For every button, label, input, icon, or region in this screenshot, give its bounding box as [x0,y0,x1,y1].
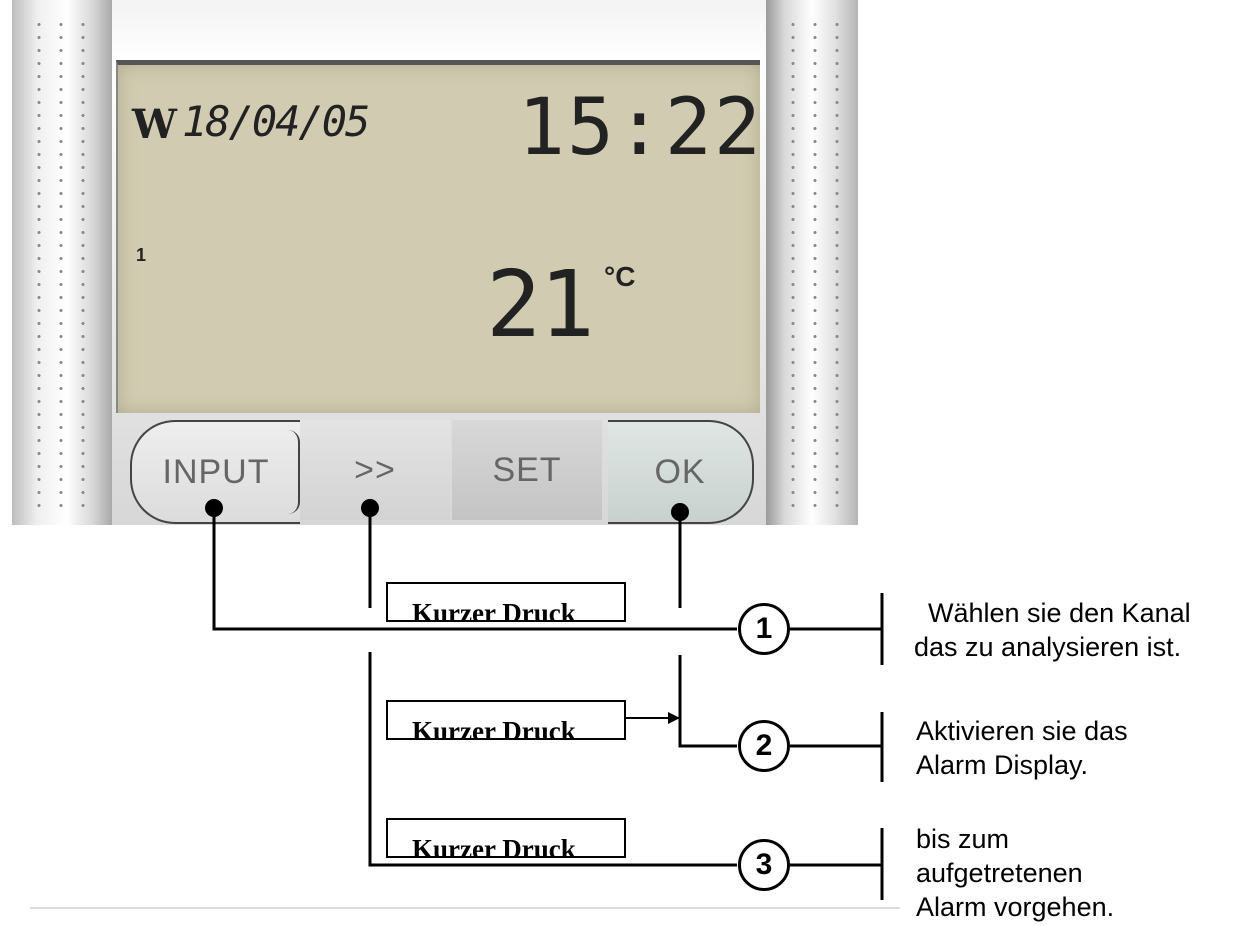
step-1-line-2: das zu analysieren ist. [914,632,1182,662]
step-2-line-1: Aktivieren sie das [916,716,1128,746]
step-2-description: Aktivieren sie das Alarm Display. [916,714,1128,782]
step-2-line-2: Alarm Display. [916,750,1089,780]
short-press-label-1: Kurzer Druck [386,582,626,622]
step-1-marker: 1 [738,603,790,655]
short-press-label-2: Kurzer Druck [386,700,626,740]
short-press-label-3: Kurzer Druck [386,818,626,858]
step-3-line-1: bis zum [916,824,1010,854]
step-3-description: bis zum aufgetretenen Alarm vorgehen. [916,822,1114,924]
step-1-description: Wählen sie den Kanal das zu analysieren … [914,596,1191,664]
step-3-line-2: aufgetretenen [916,858,1083,888]
step-3-line-3: Alarm vorgehen. [916,892,1115,922]
step-3-marker: 3 [738,839,790,891]
step-2-marker: 2 [738,720,790,772]
step-1-line-1: Wählen sie den Kanal [928,598,1191,628]
callout-lines [30,499,900,909]
